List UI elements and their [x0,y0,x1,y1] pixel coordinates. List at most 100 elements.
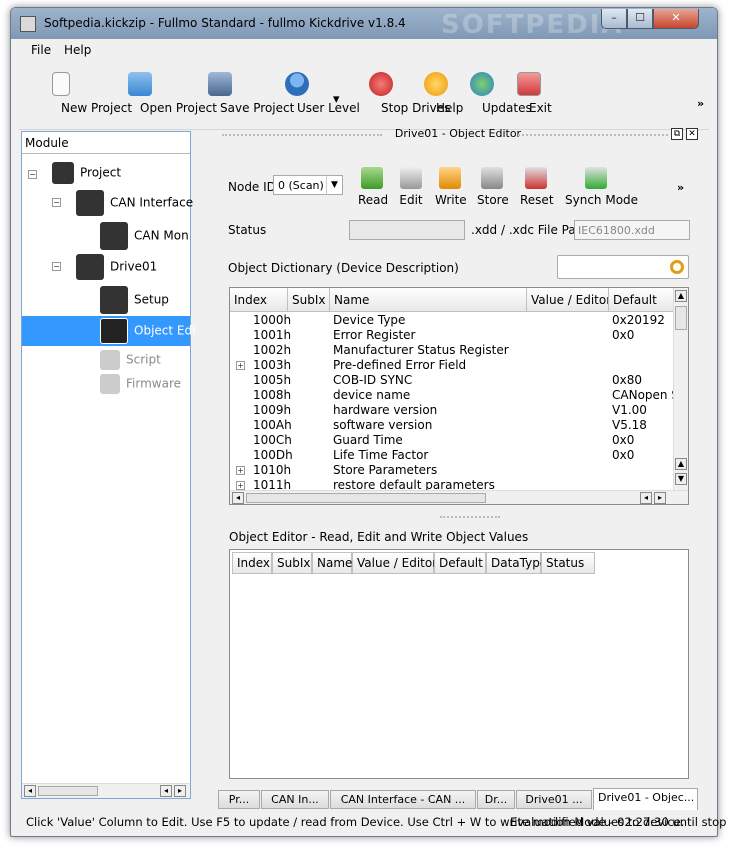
splitter-handle[interactable] [440,516,500,518]
search-input[interactable] [557,255,689,279]
cell-default: 0x20192 [612,313,665,327]
tree-item-setup[interactable]: Setup [100,286,169,314]
toolbar-overflow[interactable]: » [697,97,704,110]
row-expander[interactable]: + [236,466,245,475]
cell-name: hardware version [333,403,438,417]
table-row[interactable]: 1005h COB-ID SYNC 0x80 [230,373,676,388]
values-header-index[interactable]: Index [232,552,272,574]
values-header-datatype[interactable]: DataType [486,552,547,574]
cell-index: 100Dh [253,448,293,462]
values-header-name[interactable]: Name [312,552,352,574]
table-row[interactable]: 100Dh Life Time Factor 0x0 [230,448,676,463]
tree-expander-drive[interactable]: − [52,258,61,272]
module-header: Module [22,132,190,154]
drive-icon [76,254,104,280]
tab-drive-setup[interactable]: Drive01 ... [516,790,592,809]
cell-default: 0x80 [612,373,643,387]
row-expander[interactable]: + [236,361,245,370]
save-project-button[interactable]: Save Project [187,72,294,115]
exit-button[interactable]: Exit [514,72,552,115]
home-icon [52,162,74,184]
synch-mode-button[interactable]: Synch Mode [565,167,638,207]
user-level-dropdown[interactable]: ▾ [333,92,340,107]
tree-item-can-monitor[interactable]: CAN Mon [100,222,189,250]
cell-index: 1010h [253,463,292,477]
cell-name: Pre-defined Error Field [333,358,467,372]
open-project-button[interactable]: Open Project [107,72,217,115]
editor-toolbar-overflow[interactable]: » [677,181,684,194]
values-header-subix[interactable]: SubIx [272,552,312,574]
write-button[interactable]: Write [435,167,467,207]
tree-expander-can[interactable]: − [52,194,61,208]
search-icon[interactable] [670,260,684,274]
wrench-icon [100,286,128,314]
menu-help[interactable]: Help [64,43,91,57]
tree-item-firmware[interactable]: Firmware [100,374,181,394]
edit-button[interactable]: Edit [398,167,424,207]
maximize-button[interactable]: ☐ [627,9,653,29]
dictionary-vertical-scrollbar[interactable]: ▲ ▲ ▼ [673,288,688,490]
cell-name: Guard Time [333,433,403,447]
table-row[interactable]: 1008h device name CANopen S [230,388,679,403]
values-header-value[interactable]: Value / Editor [352,552,437,574]
column-header-value[interactable]: Value / Editor [527,288,609,312]
column-header-subix[interactable]: SubIx [288,288,330,312]
table-row[interactable]: 100Ch Guard Time 0x0 [230,433,676,448]
file-path-field[interactable]: IEC61800.xdd [574,220,690,240]
tree-horizontal-scrollbar[interactable]: ◂ ◂ ▸ [22,783,190,798]
cell-name: COB-ID SYNC [333,373,413,387]
stop-drives-button[interactable]: Stop Drives [349,72,450,115]
tab-can-interface[interactable]: CAN In... [261,790,329,809]
tree-item-can-interface[interactable]: CAN Interface [76,190,193,216]
reset-button[interactable]: Reset [520,167,554,207]
help-button[interactable]: Help [421,72,463,115]
module-tree-panel: Module − Project − CAN Interface CAN Mon… [21,131,195,799]
stop-icon [369,72,393,96]
store-icon [481,167,503,189]
tab-project[interactable]: Pr... [218,790,260,809]
user-level-button[interactable]: User Level [265,72,360,115]
table-row[interactable]: 100Ah software version V5.18 [230,418,676,433]
cell-index: 1003h [253,358,292,372]
table-row[interactable]: +1010h Store Parameters [230,463,676,478]
column-header-name[interactable]: Name [330,288,527,312]
object-values-table: Index SubIx Name Value / Editor Default … [229,549,689,779]
tree-item-project[interactable]: Project [52,162,121,184]
table-row[interactable]: 1002h Manufacturer Status Register [230,343,676,358]
dictionary-horizontal-scrollbar[interactable]: ◂ ◂ ▸ [230,490,688,504]
editor-close-button[interactable]: ✕ [686,128,698,140]
read-button[interactable]: Read [358,167,388,207]
globe-icon [470,72,494,96]
floppy-icon [208,72,232,96]
table-row[interactable]: 1000h Device Type 0x20192 [230,313,676,328]
values-header-default[interactable]: Default [434,552,486,574]
editor-title-bar: Drive01 - Object Editor [218,127,698,143]
column-header-default[interactable]: Default [609,288,676,312]
table-row[interactable]: +1003h Pre-defined Error Field [230,358,676,373]
minimize-button[interactable]: – [601,9,627,29]
user-icon [285,72,309,96]
tree-item-script[interactable]: Script [100,350,161,370]
tree-item-object-editor[interactable]: Object Edi [100,318,195,344]
row-expander[interactable]: + [236,481,245,490]
updates-button[interactable]: Updates [460,72,532,115]
read-icon [361,167,383,189]
cell-index: 1009h [253,403,292,417]
menu-file[interactable]: File [31,43,51,57]
store-button[interactable]: Store [477,167,509,207]
tab-can-monitor[interactable]: CAN Interface - CAN ... [330,790,476,809]
tree-expander-project[interactable]: − [28,166,37,180]
table-row[interactable]: 1009h hardware version V1.00 [230,403,676,418]
tab-object-editor[interactable]: Drive01 - Objec... [593,788,698,810]
node-id-select[interactable]: 0 (Scan) ▼ [273,175,343,195]
evaluation-status: Evaluation Mode - 02:27:30 until stop [510,815,727,829]
tree-item-drive01[interactable]: Drive01 [76,254,157,280]
column-header-index[interactable]: Index [230,288,288,312]
values-header-status[interactable]: Status [541,552,595,574]
close-button[interactable]: ✕ [653,9,699,29]
chevron-down-icon: ▼ [326,176,342,194]
new-project-button[interactable]: New Project [29,72,132,115]
table-row[interactable]: 1001h Error Register 0x0 [230,328,676,343]
tab-drive[interactable]: Dr... [477,790,515,809]
editor-float-button[interactable]: ⧉ [671,128,683,140]
